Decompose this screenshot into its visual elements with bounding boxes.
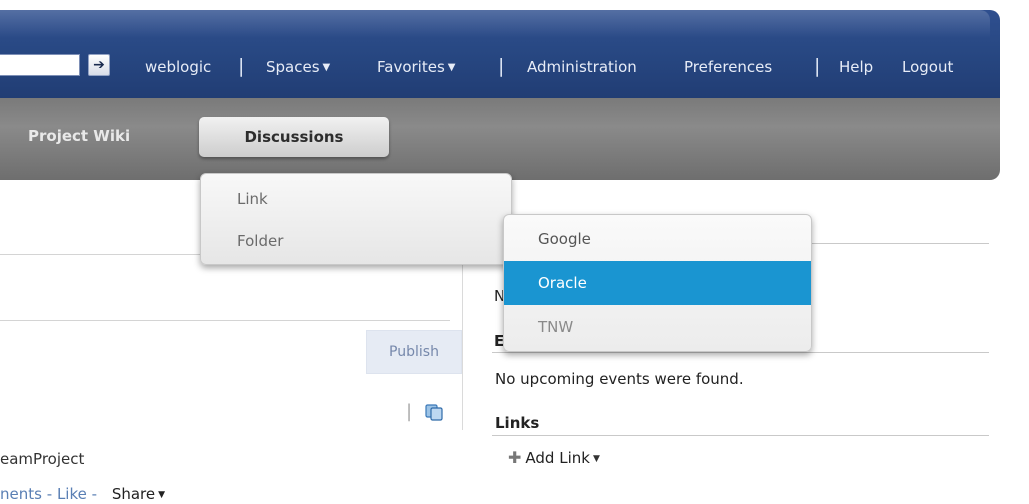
- share-label: Share: [111, 485, 156, 503]
- tab-discussions[interactable]: Discussions: [199, 117, 389, 157]
- activity-actions: nents - Like - Share ▼: [0, 485, 165, 503]
- nav-separator: |: [238, 55, 245, 77]
- search-go-button[interactable]: ➔: [88, 54, 110, 76]
- divider: [492, 352, 989, 353]
- comments-link[interactable]: nents: [0, 485, 42, 503]
- preferences-link[interactable]: Preferences: [684, 56, 772, 78]
- action-separator: -: [91, 485, 98, 503]
- favorites-dropdown-menu: Link Folder: [200, 173, 512, 265]
- submenu-item-tnw[interactable]: TNW: [504, 305, 811, 349]
- plus-icon: ✚: [508, 448, 522, 467]
- no-events-message: No upcoming events were found.: [495, 370, 744, 388]
- spaces-label: Spaces: [266, 58, 320, 76]
- like-link[interactable]: Like: [57, 485, 87, 503]
- nav-separator: |: [814, 55, 821, 77]
- submenu-item-label: TNW: [538, 318, 574, 336]
- publish-label: Publish: [389, 344, 439, 360]
- nav-separator: |: [498, 55, 505, 77]
- chevron-down-icon: ▼: [592, 453, 600, 464]
- tab-project-wiki[interactable]: Project Wiki: [28, 127, 130, 145]
- user-menu-link[interactable]: weblogic: [145, 56, 211, 78]
- divider: [0, 320, 450, 321]
- favorites-menu[interactable]: Favorites ▼: [377, 56, 455, 78]
- chevron-down-icon: ▼: [158, 489, 166, 500]
- submenu-item-google[interactable]: Google: [504, 217, 811, 261]
- spaces-menu[interactable]: Spaces ▼: [266, 56, 330, 78]
- team-project-name: eamProject: [0, 450, 85, 468]
- menu-item-link[interactable]: Link: [237, 190, 268, 208]
- administration-link[interactable]: Administration: [527, 56, 637, 78]
- links-heading: Links: [495, 414, 540, 432]
- chevron-down-icon: ▼: [447, 61, 456, 73]
- share-menu[interactable]: Share ▼: [112, 485, 165, 503]
- header-shine: [0, 10, 990, 38]
- favorites-submenu: Google Oracle TNW: [503, 214, 812, 352]
- toolbar-separator: |: [406, 401, 413, 422]
- logout-link[interactable]: Logout: [902, 56, 953, 78]
- tab-discussions-label: Discussions: [244, 128, 344, 146]
- copy-icon[interactable]: [424, 403, 444, 421]
- arrow-right-icon: ➔: [93, 57, 105, 73]
- space-tab-bar: [0, 98, 1000, 180]
- add-link-label: Add Link: [525, 449, 590, 467]
- divider: [492, 435, 989, 436]
- search-input[interactable]: [0, 54, 80, 76]
- help-link[interactable]: Help: [839, 56, 873, 78]
- submenu-item-oracle[interactable]: Oracle: [504, 261, 811, 305]
- submenu-item-label: Oracle: [538, 274, 587, 292]
- action-separator: -: [46, 485, 53, 503]
- submenu-item-label: Google: [538, 230, 591, 248]
- publish-button[interactable]: Publish: [366, 330, 462, 374]
- chevron-down-icon: ▼: [322, 61, 331, 73]
- column-divider: [462, 258, 463, 430]
- favorites-label: Favorites: [377, 58, 445, 76]
- menu-item-folder[interactable]: Folder: [237, 232, 283, 250]
- add-link-button[interactable]: ✚ Add Link ▼: [508, 448, 600, 467]
